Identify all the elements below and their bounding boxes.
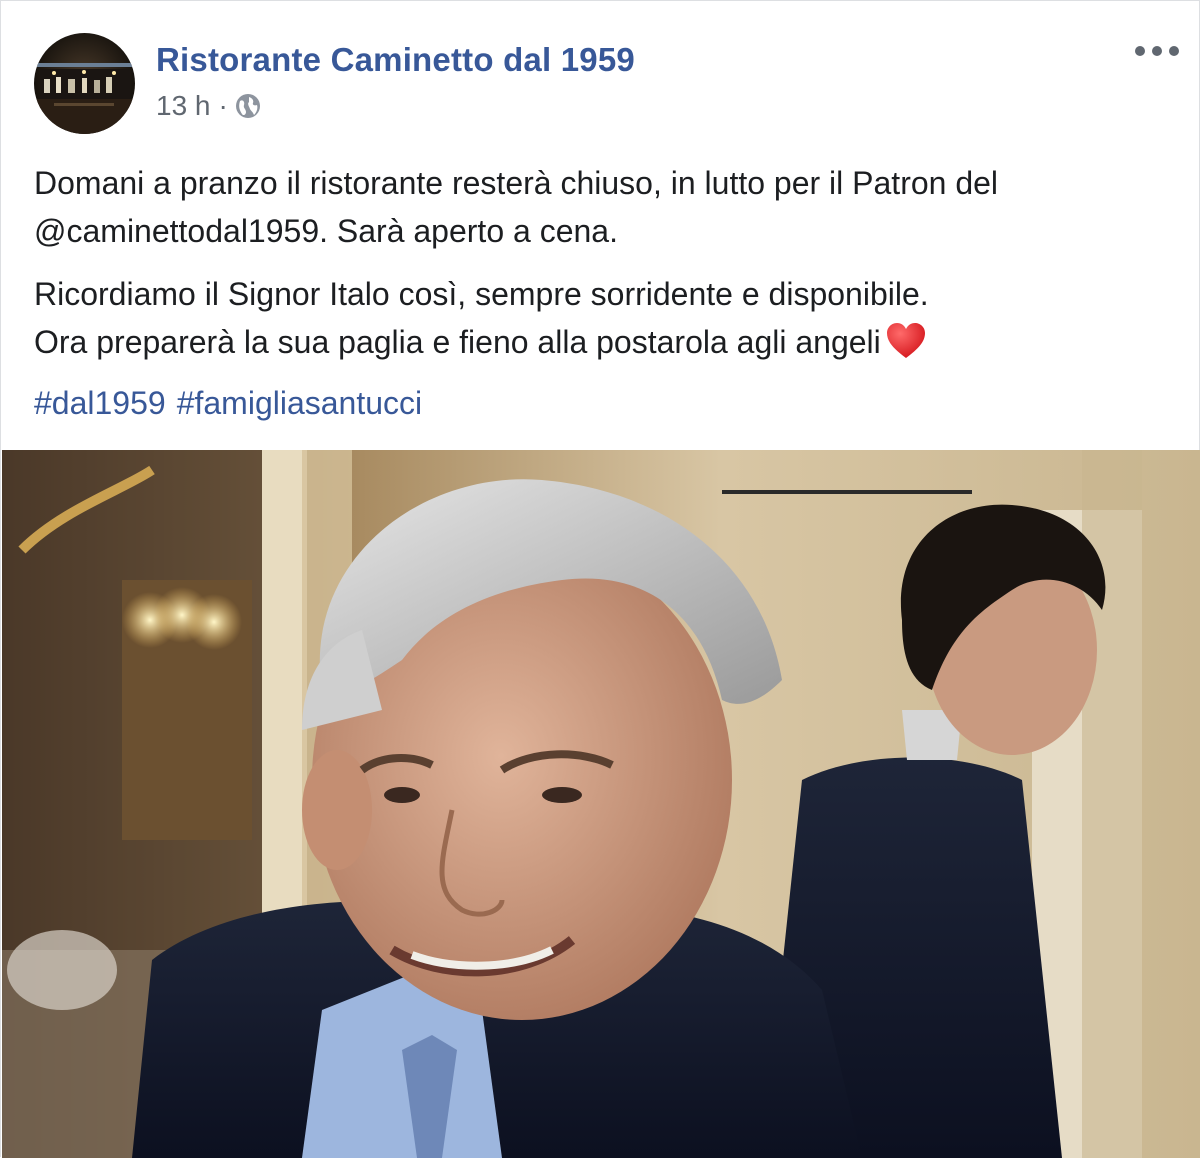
more-dot-2 [1152, 46, 1162, 56]
paragraph-2-line-1: Ricordiamo il Signor Italo così, sempre … [34, 276, 929, 312]
globe-icon[interactable] [234, 92, 262, 120]
hashtag-link[interactable]: #dal1959 [34, 385, 166, 421]
post-text: Domani a pranzo il ristorante resterà ch… [34, 159, 1174, 366]
post-paragraph-1: Domani a pranzo il ristorante resterà ch… [34, 159, 1174, 255]
paragraph-1-line-2: @caminettodal1959. Sarà aperto a cena. [34, 213, 618, 249]
hashtag-link[interactable]: #famigliasantucci [177, 385, 422, 421]
hashtags: #dal1959 #famigliasantucci [34, 379, 433, 427]
post-timestamp[interactable]: 13 h [156, 90, 211, 122]
more-dot-1 [1135, 46, 1145, 56]
post-paragraph-2: Ricordiamo il Signor Italo così, sempre … [34, 270, 1174, 366]
page-name-link[interactable]: Ristorante Caminetto dal 1959 [156, 41, 635, 79]
post-meta: 13 h · [156, 90, 262, 122]
paragraph-2-line-2: Ora preparerà la sua paglia e fieno alla… [34, 324, 881, 360]
heart-emoji-icon [885, 321, 927, 361]
post-card: Ristorante Caminetto dal 1959 13 h · Dom… [0, 0, 1200, 1158]
meta-separator: · [218, 90, 228, 121]
more-options-icon[interactable] [1135, 41, 1179, 61]
more-dot-3 [1169, 46, 1179, 56]
post-photo[interactable] [2, 450, 1200, 1158]
paragraph-1-line-1: Domani a pranzo il ristorante resterà ch… [34, 165, 999, 201]
post-header: Ristorante Caminetto dal 1959 13 h · [1, 1, 1200, 141]
page-avatar[interactable] [34, 33, 135, 134]
